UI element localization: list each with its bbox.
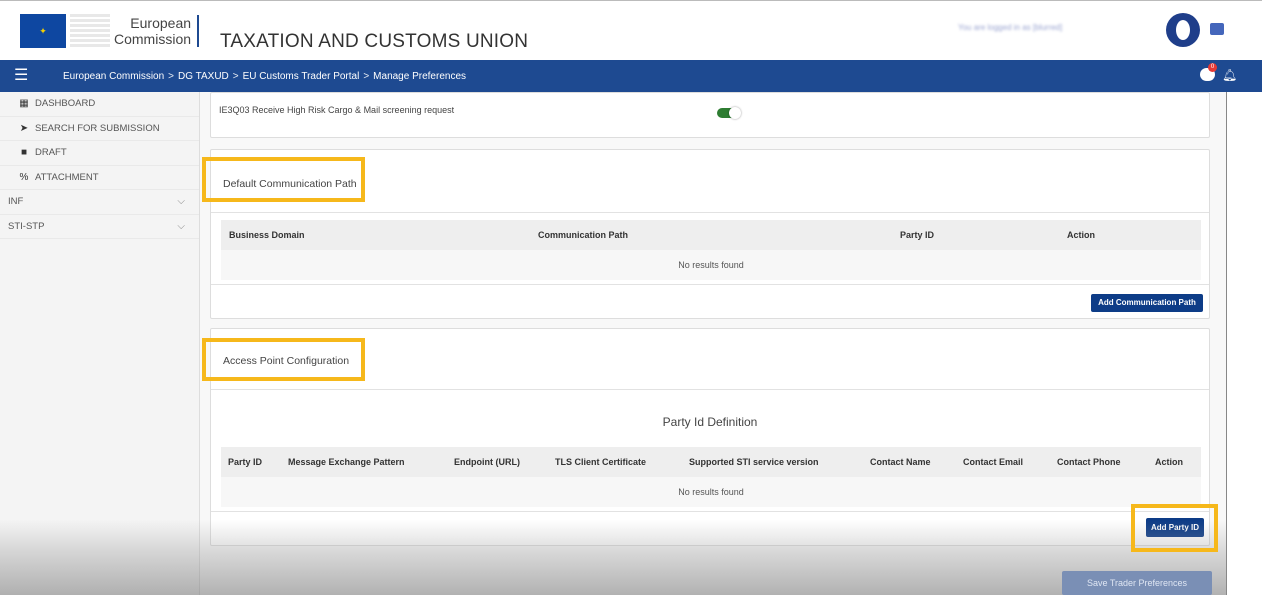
column-header[interactable]: TLS Client Certificate [555, 457, 646, 467]
top-header: ✦ European Commission TAXATION AND CUSTO… [0, 0, 1262, 60]
add-communication-path-button[interactable]: Add Communication Path [1091, 294, 1203, 312]
divider [211, 389, 1209, 390]
sidebar-item-draft[interactable]: ■ DRAFT [0, 141, 199, 166]
party-id-table-header: Party ID Message Exchange Pattern Endpoi… [221, 447, 1201, 477]
screening-request-label: IE3Q03 Receive High Risk Cargo & Mail sc… [219, 105, 455, 115]
save-trader-preferences-button[interactable]: Save Trader Preferences [1062, 571, 1212, 595]
column-header: Action [1067, 230, 1095, 240]
divider [211, 511, 1209, 512]
column-header[interactable]: Endpoint (URL) [454, 457, 520, 467]
eu-flag-icon: ✦ [20, 14, 66, 48]
breadcrumb-item[interactable]: EU Customs Trader Portal [243, 71, 360, 82]
column-header: Action [1155, 457, 1183, 467]
logo-line1: European [130, 15, 192, 31]
sidebar: ▦ DASHBOARD ➤ SEARCH FOR SUBMISSION ■ DR… [0, 92, 200, 595]
file-icon: ■ [20, 147, 28, 159]
highlight-communication-path-title [202, 157, 365, 202]
breadcrumb-item[interactable]: DG TAXUD [178, 71, 229, 82]
logo-bars-decoration [70, 14, 110, 48]
column-header[interactable]: Message Exchange Pattern [288, 457, 405, 467]
logged-in-user-text: You are logged in as [blurred] [958, 23, 1063, 32]
column-header[interactable]: Supported STI service version [689, 457, 819, 467]
column-header[interactable]: Business Domain [229, 230, 305, 240]
screening-toggle[interactable] [717, 107, 741, 119]
language-icon[interactable] [1210, 23, 1224, 35]
breadcrumb: European Commission > DG TAXUD > EU Cust… [63, 71, 466, 82]
user-avatar-icon[interactable] [1166, 13, 1200, 47]
right-margin [1226, 92, 1262, 595]
breadcrumb-separator: > [363, 71, 370, 82]
divider [211, 212, 1209, 213]
screening-preference-card: IE3Q03 Receive High Risk Cargo & Mail sc… [210, 92, 1210, 138]
nav-bar: ☰ European Commission > DG TAXUD > EU Cu… [0, 60, 1262, 92]
column-header[interactable]: Contact Phone [1057, 457, 1121, 467]
empty-table-message: No results found [221, 477, 1201, 507]
sidebar-item-inf[interactable]: INF ⌵ [0, 190, 199, 215]
chevron-down-icon: ⌵ [177, 196, 185, 207]
sidebar-item-label: STI-STP [8, 220, 45, 232]
sidebar-item-label: ATTACHMENT [35, 171, 99, 183]
column-header[interactable]: Contact Email [963, 457, 1023, 467]
breadcrumb-separator: > [168, 71, 175, 82]
sidebar-item-label: INF [8, 196, 24, 208]
sidebar-item-label: SEARCH FOR SUBMISSION [35, 122, 160, 134]
divider [211, 284, 1209, 285]
logo-line2: Commission [114, 31, 192, 47]
dashboard-icon: ▦ [19, 98, 29, 110]
communication-path-table-header: Business Domain Communication Path Party… [221, 220, 1201, 250]
notification-badge: 0 [1208, 63, 1217, 72]
highlight-access-point-title [202, 338, 365, 381]
breadcrumb-item-current: Manage Preferences [373, 71, 467, 82]
sidebar-item-search-for-submission[interactable]: ➤ SEARCH FOR SUBMISSION [0, 117, 199, 141]
column-header[interactable]: Communication Path [538, 230, 628, 240]
european-commission-logo[interactable]: ✦ European Commission [20, 9, 200, 53]
sidebar-item-attachment[interactable]: % ATTACHMENT [0, 166, 199, 190]
column-header[interactable]: Contact Name [870, 457, 931, 467]
chevron-down-icon: ⌵ [177, 220, 185, 232]
breadcrumb-item[interactable]: European Commission [63, 71, 164, 82]
bell-icon[interactable]: 🔔︎ [1222, 68, 1237, 82]
sidebar-item-label: DASHBOARD [35, 98, 96, 110]
sidebar-item-sti-stp[interactable]: STI-STP ⌵ [0, 215, 199, 239]
logo-text: European Commission [114, 15, 200, 47]
column-header[interactable]: Party ID [900, 230, 934, 240]
hamburger-menu-icon[interactable]: ☰ [14, 68, 28, 84]
breadcrumb-separator: > [232, 71, 239, 82]
highlight-add-party-id-button [1131, 504, 1218, 552]
empty-table-message: No results found [221, 250, 1201, 280]
sidebar-item-dashboard[interactable]: ▦ DASHBOARD [0, 92, 199, 117]
sidebar-item-label: DRAFT [35, 147, 67, 159]
party-id-definition-heading: Party Id Definition [662, 415, 758, 429]
send-icon: ➤ [19, 122, 29, 134]
paperclip-icon: % [19, 171, 29, 183]
column-header[interactable]: Party ID [228, 457, 262, 467]
app-title: TAXATION AND CUSTOMS UNION [220, 31, 529, 52]
